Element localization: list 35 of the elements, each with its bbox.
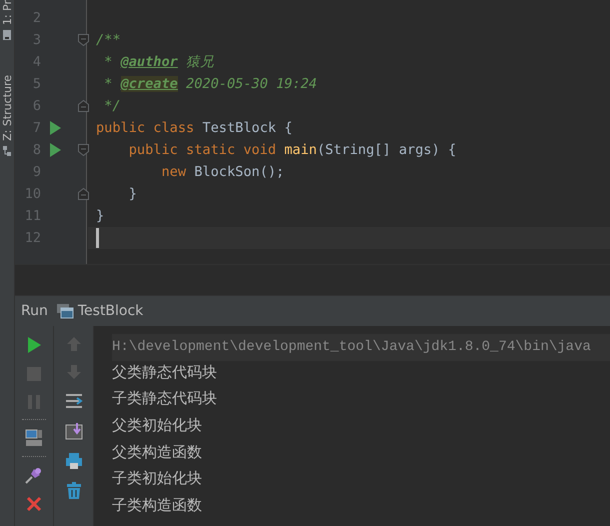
window-icon (56, 303, 74, 319)
scroll-to-end-icon[interactable] (64, 422, 82, 440)
console-output: 子类初始化块 (112, 470, 203, 490)
code-line: */ (103, 98, 121, 114)
pin-icon[interactable] (25, 466, 43, 484)
layout-icon[interactable] (25, 429, 43, 447)
code-line: public static void main(String[] args) { (128, 142, 456, 158)
run-icon[interactable] (50, 121, 61, 135)
fold-icon[interactable] (78, 100, 89, 112)
code-line: public class TestBlock { (96, 120, 292, 136)
fold-icon[interactable] (78, 188, 89, 200)
tool-window-tab[interactable]: 1: Pr (0, 0, 14, 26)
soft-wrap-icon[interactable] (64, 392, 82, 410)
fold-icon[interactable] (78, 34, 89, 46)
trash-icon[interactable] (66, 482, 82, 500)
console-output: 子类构造函数 (112, 496, 203, 518)
tool-window-tab[interactable]: Z: Structure (0, 75, 14, 142)
code-line: new BlockSon(); (160, 164, 284, 180)
console-output: 父类初始化块 (112, 416, 203, 438)
code-line: /** (96, 32, 121, 48)
fold-icon[interactable] (78, 144, 89, 156)
structure-icon (2, 145, 12, 158)
run-icon[interactable] (50, 143, 61, 157)
code-line: } (96, 208, 104, 224)
run-icon[interactable] (26, 336, 42, 354)
run-config-tab[interactable]: TestBlock (78, 303, 144, 319)
code-line: } (128, 186, 137, 202)
code-line: * @author 猿兄 (103, 53, 214, 71)
console-output: 子类静态代码块 (112, 390, 218, 410)
printer-icon[interactable] (64, 452, 82, 470)
code-line: * @create 2020-05-30 19:24 (103, 76, 317, 92)
console-output: 父类构造函数 (112, 444, 203, 464)
console-output: 父类静态代码块 (112, 364, 218, 384)
run-panel-title: Run (21, 303, 48, 319)
close-icon[interactable] (26, 496, 42, 512)
